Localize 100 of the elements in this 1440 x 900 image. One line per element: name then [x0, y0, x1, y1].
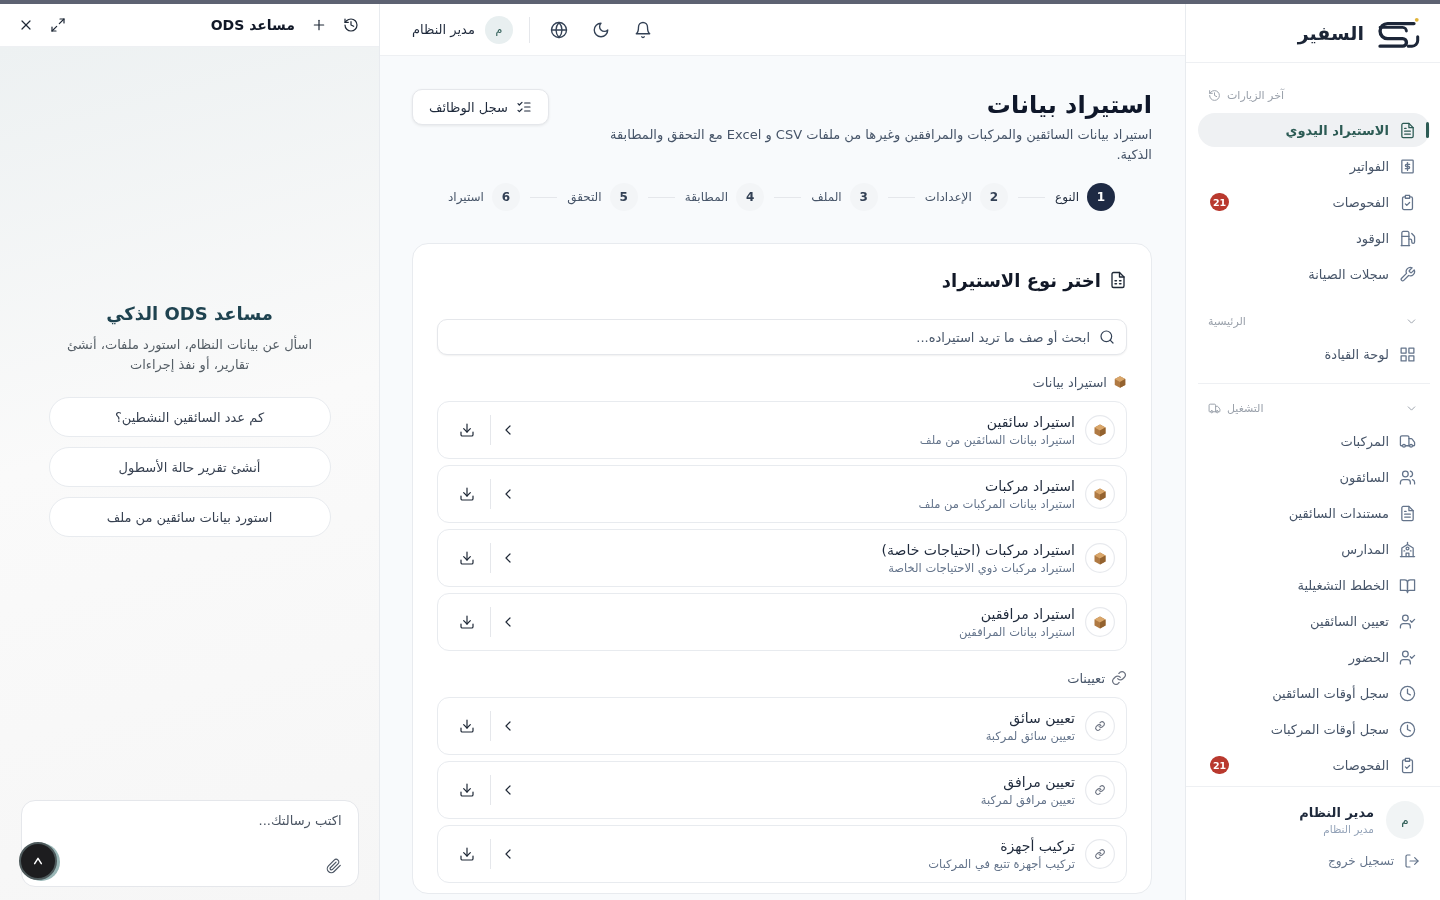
user-role: مدير النظام — [1323, 823, 1374, 835]
clipboard-check-icon — [1399, 756, 1416, 774]
package-icon — [1085, 479, 1115, 509]
nav-item[interactable]: المركبات — [1198, 424, 1430, 458]
card-title: اختر نوع الاستيراد — [941, 269, 1101, 291]
step-label: النوع — [1055, 190, 1079, 204]
globe-icon — [549, 20, 568, 39]
nav-item[interactable]: سجل أوقات السائقين — [1198, 676, 1430, 710]
bell-icon — [633, 20, 652, 39]
moon-icon — [591, 20, 610, 39]
link-icon — [1085, 775, 1115, 805]
nav-item[interactable]: الحضور — [1198, 640, 1430, 674]
package-icon — [1085, 415, 1115, 445]
step-number: 4 — [736, 183, 765, 211]
link-icon — [1085, 711, 1115, 741]
nav-item[interactable]: الاستيراد اليدوي — [1198, 113, 1430, 147]
download-icon — [459, 718, 475, 734]
import-option-card[interactable]: تركيب أجهزة تركيب أجهزة تتبع في المركبات — [437, 825, 1127, 883]
section-label: تعيينات — [1067, 670, 1105, 686]
brand-name: السفير — [1297, 22, 1364, 44]
link-icon — [1111, 670, 1127, 686]
section-label: استيراد بيانات — [1032, 374, 1107, 390]
import-option-card[interactable]: تعيين سائق تعيين سائق لمركبة — [437, 697, 1127, 755]
nav-item[interactable]: سجل أوقات المركبات — [1198, 712, 1430, 746]
import-option-card[interactable]: استيراد سائقين استيراد بيانات السائقين من ملف — [437, 401, 1127, 459]
step-label: الإعدادات — [924, 190, 972, 204]
option-description: استيراد بيانات المركبات من ملف — [918, 496, 1075, 511]
option-title: تعيين سائق — [1009, 709, 1075, 726]
section-label: آخر الزيارات — [1227, 88, 1285, 102]
package-icon — [1113, 375, 1127, 389]
option-title: استيراد مرافقين — [980, 605, 1075, 622]
nav-item[interactable]: الخطط التشغيلية — [1198, 568, 1430, 602]
step-label: الملف — [811, 190, 842, 204]
option-title: تعيين مرافق — [1003, 773, 1075, 790]
option-description: تعيين سائق لمركبة — [985, 728, 1075, 743]
page-title: استيراد بيانات — [986, 90, 1152, 121]
option-description: تركيب أجهزة تتبع في المركبات — [928, 856, 1075, 871]
receipt-icon — [1399, 157, 1416, 175]
page-description: استيراد بيانات السائقين والمركبات والمرافقين وغيرها من ملفات CSV و Excel مع التحقق والمطابقة الذكية. — [609, 126, 1152, 164]
step-label: التحقق — [567, 190, 602, 204]
count-badge: 21 — [1210, 193, 1230, 211]
wrench-icon — [1399, 265, 1416, 283]
message-field[interactable]: اكتب رسالتك... — [20, 800, 359, 887]
truck-icon — [1208, 401, 1221, 415]
package-icon — [1085, 543, 1115, 573]
assistant-heading: مساعد ODS الذكي — [106, 302, 273, 327]
link-icon — [1085, 839, 1115, 869]
nav-item[interactable]: الفواتير — [1198, 149, 1430, 183]
option-description: استيراد بيانات السائقين من ملف — [919, 432, 1075, 447]
step-label: المطابقة — [684, 190, 729, 204]
step-number: 3 — [849, 183, 878, 211]
job-log-button[interactable]: سجل الوظائف — [412, 89, 549, 125]
user-menu-button[interactable]: م مدير النظام — [412, 15, 513, 44]
history-icon — [343, 17, 359, 33]
suggestion-button[interactable]: كم عدد السائقين النشطين؟ — [48, 397, 331, 437]
fuel-pump-icon — [1399, 229, 1416, 247]
user-name: مدير النظام — [1299, 805, 1374, 820]
option-description: استيراد مركبات ذوي الاحتياجات الخاصة — [888, 560, 1075, 575]
plus-icon — [311, 17, 327, 33]
suggestion-button[interactable]: أنشئ تقرير حالة الأسطول — [48, 447, 331, 487]
assistant-description: اسأل عن بيانات النظام، استورد ملفات، أنشئ تقارير، أو نفذ إجراءات — [65, 335, 314, 375]
import-option-card[interactable]: تعيين مرافق تعيين مرافق لمركبة — [437, 761, 1127, 819]
active-indicator — [1426, 122, 1429, 138]
user-avatar: م — [1386, 801, 1424, 839]
list-checks-icon — [515, 99, 532, 115]
nav-item[interactable]: تعيين السائقين — [1198, 604, 1430, 638]
nav-item[interactable]: السائقون — [1198, 460, 1430, 494]
download-icon — [459, 422, 475, 438]
logout-icon — [1404, 853, 1420, 869]
truck-icon — [1399, 432, 1416, 450]
step-number: 2 — [979, 183, 1008, 211]
step-number: 1 — [1087, 183, 1115, 211]
option-description: تعيين مرافق لمركبة — [980, 792, 1075, 807]
clipboard-check-icon — [1399, 193, 1416, 211]
nav-item[interactable]: المدارس — [1198, 532, 1430, 566]
search-icon — [1099, 329, 1115, 345]
nav-item[interactable]: سجلات الصيانة — [1198, 257, 1430, 291]
expand-icon — [50, 17, 66, 33]
import-option-card[interactable]: استيراد مركبات استيراد بيانات المركبات من ملف — [437, 465, 1127, 523]
user-avatar: م — [484, 15, 513, 44]
step-label: استيراد — [448, 190, 484, 204]
suggestion-button[interactable]: استورد بيانات سائقين من ملف — [48, 497, 331, 537]
step-number: 5 — [609, 183, 638, 211]
user-check-icon — [1399, 612, 1416, 630]
import-option-card[interactable]: استيراد مرافقين استيراد بيانات المرافقين — [437, 593, 1127, 651]
nav-item[interactable]: مستندات السائقين — [1198, 496, 1430, 530]
option-title: تركيب أجهزة — [1000, 837, 1075, 854]
nav-item[interactable]: لوحة القيادة — [1198, 337, 1430, 371]
count-badge: 21 — [1210, 756, 1230, 774]
download-icon — [459, 614, 475, 630]
users-icon — [1399, 468, 1416, 486]
option-title: استيراد سائقين — [986, 413, 1075, 430]
logout-button[interactable]: تسجيل خروج — [1324, 853, 1424, 869]
import-option-card[interactable]: استيراد مركبات (احتياجات خاصة) استيراد مركبات ذوي الاحتياجات الخاصة — [437, 529, 1127, 587]
option-description: استيراد بيانات المرافقين — [959, 624, 1075, 639]
download-icon — [459, 782, 475, 798]
nav-item[interactable]: الوقود — [1198, 221, 1430, 255]
dev-tools-button[interactable] — [19, 842, 57, 880]
step-number: 6 — [491, 183, 520, 211]
download-icon — [459, 846, 475, 862]
